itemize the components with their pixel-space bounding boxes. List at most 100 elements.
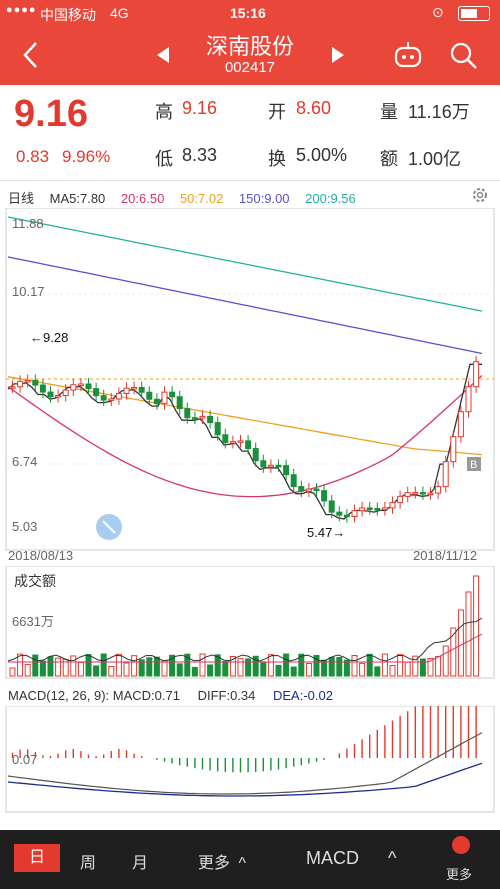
volume-chart[interactable]: 成交额 6631万 — [0, 566, 500, 680]
nav-bar: 深南股份 002417 — [0, 26, 500, 85]
ma5-legend: MA5:7.80 — [49, 191, 106, 206]
candle-body — [351, 510, 358, 517]
ma20-line — [7, 375, 483, 498]
volume-bar — [275, 664, 282, 677]
tab-day[interactable]: 日 — [14, 844, 60, 872]
volume-bar — [176, 663, 183, 677]
prev-stock-icon[interactable] — [156, 46, 170, 64]
candle-body — [321, 490, 328, 502]
search-icon[interactable] — [449, 41, 479, 71]
candle-body — [70, 384, 77, 391]
candlestick-chart[interactable]: 11.88 10.17 6.74 5.03 ←9.28 5.47→ B — [0, 208, 500, 554]
price-change: 0.83 — [16, 147, 50, 166]
candle-body — [465, 386, 472, 413]
status-bar: ●●●● 中国移动 4G 15:16 ⊙ — [0, 0, 500, 26]
volume-bar — [39, 660, 46, 677]
candle-body — [229, 441, 236, 444]
volume-bar — [32, 654, 39, 677]
robot-assistant-icon[interactable] — [393, 40, 423, 70]
candle-body — [328, 500, 335, 513]
candle-body — [47, 391, 54, 398]
volume-bar — [321, 659, 328, 677]
candle-body — [374, 508, 381, 511]
candle-body — [435, 486, 442, 494]
svg-text:B: B — [470, 459, 477, 471]
diff-line — [7, 732, 483, 795]
volume-bar — [351, 655, 358, 677]
chevron-up-icon: ^ — [238, 855, 246, 872]
volume-bar — [442, 645, 449, 677]
candle-body — [214, 422, 221, 436]
volume-bar — [191, 666, 198, 677]
candle-body — [138, 386, 145, 393]
candle-body — [32, 379, 39, 386]
notification-dot-icon — [452, 836, 470, 854]
chart-area: 日线 MA5:7.80 20:6.50 50:7.02 150:9.00 200… — [0, 182, 500, 822]
candle-body — [359, 507, 366, 512]
candle-body — [267, 464, 274, 468]
next-stock-icon[interactable] — [331, 46, 345, 64]
candle-body — [191, 417, 198, 420]
volume-bar — [161, 660, 168, 677]
volume-bar — [153, 656, 160, 677]
volume-bar — [131, 655, 138, 677]
ma150-legend: 150:9.00 — [238, 191, 290, 206]
buy-marker: B — [467, 457, 481, 471]
candle-body — [24, 379, 31, 383]
clock: 15:16 — [230, 5, 266, 21]
tab-more[interactable]: 更多 ^ — [198, 849, 246, 873]
candle-body — [161, 391, 168, 405]
volume-bar — [17, 653, 24, 677]
volume-bar — [146, 657, 153, 677]
candle-body — [237, 440, 244, 443]
open-value: 8.60 — [296, 98, 332, 118]
stock-name: 深南股份 — [205, 34, 294, 59]
volume-bar — [108, 665, 115, 677]
candle-body — [123, 387, 130, 394]
volume-bar — [404, 661, 411, 677]
tab-month[interactable]: 月 — [132, 849, 148, 873]
volume-bar — [47, 656, 54, 677]
period-label[interactable]: 日线 — [8, 191, 34, 206]
back-icon[interactable] — [20, 40, 42, 70]
price-change-percent: 9.96% — [62, 147, 111, 166]
candle-body — [366, 507, 373, 510]
volume-bar — [465, 591, 472, 677]
candle-body — [457, 411, 464, 438]
candle-body — [85, 383, 92, 390]
volume-bar — [336, 657, 343, 677]
macd-legend: MACD(12, 26, 9): MACD:0.71 DIFF:0.34 DEA… — [8, 688, 333, 703]
current-price: 9.16 — [14, 93, 88, 135]
stock-code: 002417 — [224, 59, 276, 76]
fullscreen-icon[interactable] — [96, 514, 122, 540]
ma200-legend: 200:9.56 — [305, 191, 356, 206]
tab-more-label: 更多 — [198, 855, 231, 872]
ma50-legend: 50:7.02 — [179, 191, 224, 206]
volume-bar — [24, 663, 31, 677]
candle-body — [55, 395, 62, 398]
high-label: 高 — [155, 102, 173, 122]
signal-icon: ●●●● — [6, 4, 37, 16]
macd-chart[interactable]: 0.07 — [0, 706, 500, 814]
volume-bar — [381, 653, 388, 677]
y-axis-top: 11.88 — [12, 216, 44, 231]
candle-body — [39, 384, 46, 393]
tab-week[interactable]: 周 — [80, 849, 96, 873]
macd-zero-label: 0.07 — [12, 752, 37, 767]
volume-bar — [397, 654, 404, 677]
volume-bar — [305, 663, 312, 677]
volume-bar — [222, 661, 229, 677]
gear-icon[interactable] — [471, 186, 489, 204]
candle-body — [298, 486, 305, 492]
candle-body — [184, 408, 191, 419]
candle-body — [93, 388, 100, 397]
turnover-label: 换 — [268, 149, 286, 169]
carrier-name: 中国移动 — [40, 7, 96, 23]
volume-bar — [267, 654, 274, 677]
ma200-line — [7, 216, 483, 312]
volume-bar — [283, 653, 290, 677]
diff-label: DIFF:0.34 — [197, 688, 256, 703]
indicator-select[interactable]: MACD ^ — [306, 848, 396, 869]
volume-bar — [85, 654, 92, 677]
candle-body — [199, 415, 206, 419]
